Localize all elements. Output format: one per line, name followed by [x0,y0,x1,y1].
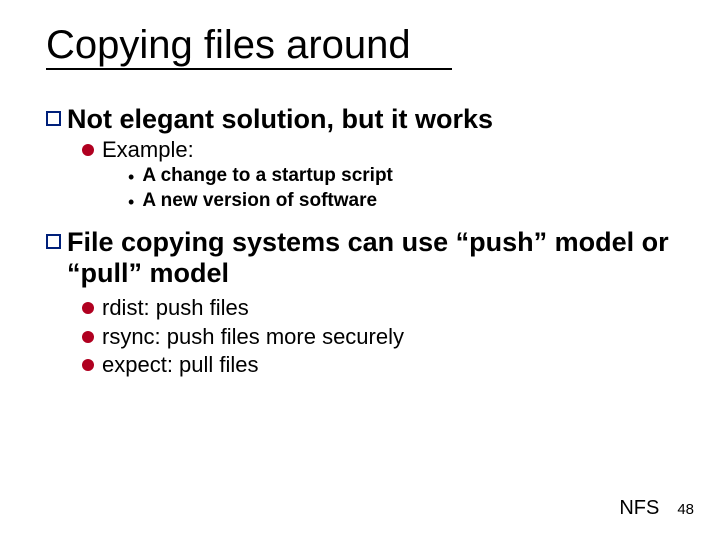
bullet-1-sub-1-text: Example: [102,137,194,163]
bullet-1-sub-1-item-2-text: A new version of software [142,190,377,213]
circle-bullet-icon [82,359,94,371]
bullet-2-sub-1: rdist: push files [82,295,674,321]
footer-label: NFS [619,497,659,520]
bullet-2-sub-3: expect: pull files [82,352,674,378]
slide-footer: NFS 48 [619,497,694,520]
bullet-1: Not elegant solution, but it works [46,104,674,135]
bullet-2-sub-1-text: rdist: push files [102,295,249,321]
bullet-1-sub-1: Example: [82,137,674,163]
bullet-2-sub-2: rsync: push files more securely [82,324,674,350]
bullet-1-sub-1-item-2: • A new version of software [128,190,674,213]
slide: Copying files around Not elegant solutio… [0,0,720,540]
bullet-1-sub-1-item-1: • A change to a startup script [128,165,674,188]
title-underline [46,68,452,70]
circle-bullet-icon [82,331,94,343]
bullet-2-sub-2-text: rsync: push files more securely [102,324,404,350]
square-bullet-icon [46,234,61,249]
bullet-block-2: File copying systems can use “push” mode… [46,227,674,378]
bullet-2-sub-3-text: expect: pull files [102,352,259,378]
dot-bullet-icon: • [128,168,134,186]
bullet-block-1: Not elegant solution, but it works Examp… [46,104,674,213]
circle-bullet-icon [82,302,94,314]
slide-title: Copying files around [46,24,674,66]
bullet-1-sub-1-item-1-text: A change to a startup script [142,165,393,188]
bullet-1-text: Not elegant solution, but it works [67,104,493,135]
circle-bullet-icon [82,144,94,156]
bullet-2-text: File copying systems can use “push” mode… [67,227,674,289]
dot-bullet-icon: • [128,193,134,211]
slide-title-wrap: Copying files around [46,24,674,70]
page-number: 48 [677,501,694,518]
bullet-2: File copying systems can use “push” mode… [46,227,674,289]
square-bullet-icon [46,111,61,126]
